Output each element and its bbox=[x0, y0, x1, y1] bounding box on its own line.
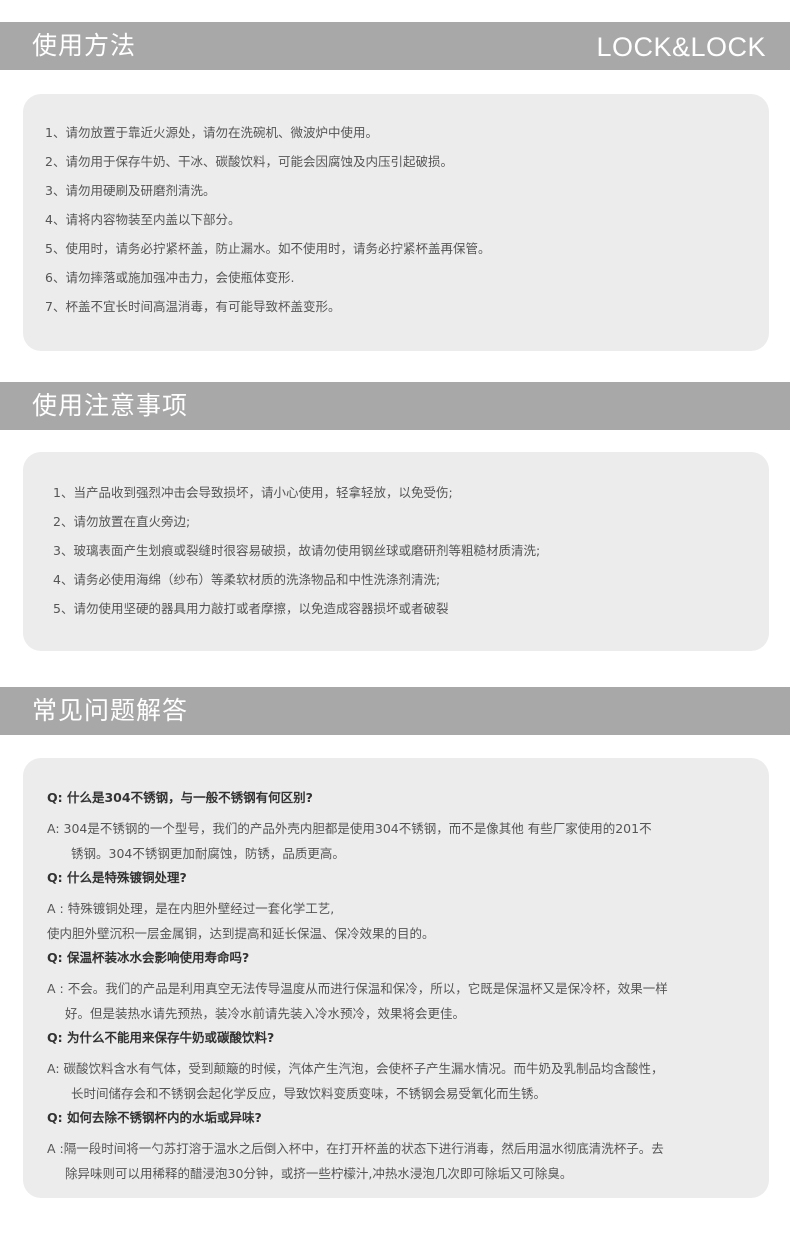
faq-answer-3: A : 不会。我们的产品是利用真空无法传导温度从而进行保温和保冷，所以，它既是保… bbox=[47, 976, 749, 1026]
usage-item-1: 1、请勿放置于靠近火源处，请勿在洗碗机、微波炉中使用。 bbox=[45, 125, 378, 140]
faq-item-1: Q: 什么是304不锈钢，与一般不锈钢有何区别? A: 304是不锈钢的一个型号… bbox=[47, 788, 749, 866]
faq-item-3: Q: 保温杯装冰水会影响使用寿命吗? A : 不会。我们的产品是利用真空无法传导… bbox=[47, 948, 749, 1026]
notes-header-bar: 使用注意事项 bbox=[0, 382, 790, 430]
faq-item-4: Q: 为什么不能用来保存牛奶或碳酸饮料? A: 碳酸饮料含水有气体，受到颠簸的时… bbox=[47, 1028, 749, 1106]
faq-title: 常见问题解答 bbox=[32, 696, 189, 725]
usage-card: 1、请勿放置于靠近火源处，请勿在洗碗机、微波炉中使用。 2、请勿用于保存牛奶、干… bbox=[23, 94, 769, 351]
faq-answer-4-line-1: A: 碳酸饮料含水有气体，受到颠簸的时候，汽体产生汽泡，会使杯子产生漏水情况。而… bbox=[47, 1061, 664, 1076]
notes-card: 1、当产品收到强烈冲击会导致损坏，请小心使用，轻拿轻放，以免受伤; 2、请勿放置… bbox=[23, 452, 769, 651]
faq-answer-1: A: 304是不锈钢的一个型号，我们的产品外壳内胆都是使用304不锈钢，而不是像… bbox=[47, 816, 749, 866]
usage-item-7: 7、杯盖不宜长时间高温消毒，有可能导致杯盖变形。 bbox=[45, 299, 341, 314]
usage-list: 1、请勿放置于靠近火源处，请勿在洗碗机、微波炉中使用。 2、请勿用于保存牛奶、干… bbox=[23, 94, 769, 327]
faq-question-3: Q: 保温杯装冰水会影响使用寿命吗? bbox=[47, 950, 250, 965]
usage-item-4: 4、请将内容物装至内盖以下部分。 bbox=[45, 212, 241, 227]
usage-header-bar: 使用方法 LOCK&LOCK bbox=[0, 22, 790, 70]
notes-item-4: 4、请务必使用海绵（纱布）等柔软材质的洗涤物品和中性洗涤剂清洗; bbox=[53, 572, 441, 587]
notes-item-3: 3、玻璃表面产生划痕或裂缝时很容易破损，故请勿使用钢丝球或磨研剂等粗糙材质清洗; bbox=[53, 543, 541, 558]
faq-question-4: Q: 为什么不能用来保存牛奶或碳酸饮料? bbox=[47, 1030, 275, 1045]
faq-answer-5: A :隔一段时间将一勺苏打溶于温水之后倒入杯中，在打开杯盖的状态下进行消毒，然后… bbox=[47, 1136, 749, 1186]
faq-answer-3-line-1: A : 不会。我们的产品是利用真空无法传导温度从而进行保温和保冷，所以，它既是保… bbox=[47, 981, 668, 996]
faq-item-5: Q: 如何去除不锈钢杯内的水垢或异味? A :隔一段时间将一勺苏打溶于温水之后倒… bbox=[47, 1108, 749, 1186]
faq-item-2: Q: 什么是特殊镀铜处理? A : 特殊镀铜处理，是在内胆外壁经过一套化学工艺,… bbox=[47, 868, 749, 946]
faq-question-5: Q: 如何去除不锈钢杯内的水垢或异味? bbox=[47, 1110, 262, 1125]
faq-answer-2-line-2: 使内胆外壁沉积一层金属铜，达到提高和延长保温、保冷效果的目的。 bbox=[47, 926, 435, 941]
notes-item-5: 5、请勿使用坚硬的器具用力敲打或者摩擦，以免造成容器损坏或者破裂 bbox=[53, 601, 449, 616]
faq-list: Q: 什么是304不锈钢，与一般不锈钢有何区别? A: 304是不锈钢的一个型号… bbox=[47, 788, 749, 1186]
notes-item-2: 2、请勿放置在直火旁边; bbox=[53, 514, 191, 529]
notes-item-1: 1、当产品收到强烈冲击会导致损坏，请小心使用，轻拿轻放，以免受伤; bbox=[53, 485, 453, 500]
usage-item-2: 2、请勿用于保存牛奶、干冰、碳酸饮料，可能会因腐蚀及内压引起破损。 bbox=[45, 154, 453, 169]
notes-title: 使用注意事项 bbox=[32, 391, 189, 420]
faq-answer-1-line-1: A: 304是不锈钢的一个型号，我们的产品外壳内胆都是使用304不锈钢，而不是像… bbox=[47, 821, 652, 836]
faq-question-1: Q: 什么是304不锈钢，与一般不锈钢有何区别? bbox=[47, 790, 313, 805]
faq-answer-2: A : 特殊镀铜处理，是在内胆外壁经过一套化学工艺, 使内胆外壁沉积一层金属铜，… bbox=[47, 896, 749, 946]
faq-answer-4: A: 碳酸饮料含水有气体，受到颠簸的时候，汽体产生汽泡，会使杯子产生漏水情况。而… bbox=[47, 1056, 749, 1106]
faq-card: Q: 什么是304不锈钢，与一般不锈钢有何区别? A: 304是不锈钢的一个型号… bbox=[23, 758, 769, 1198]
faq-answer-4-line-2: 长时间储存会和不锈钢会起化学反应，导致饮料变质变味，不锈钢会易受氧化而生锈。 bbox=[71, 1086, 547, 1101]
brand-logo-text: LOCK&LOCK bbox=[596, 32, 766, 62]
usage-item-3: 3、请勿用硬刷及研磨剂清洗。 bbox=[45, 183, 216, 198]
faq-question-2: Q: 什么是特殊镀铜处理? bbox=[47, 870, 187, 885]
notes-list: 1、当产品收到强烈冲击会导致损坏，请小心使用，轻拿轻放，以免受伤; 2、请勿放置… bbox=[23, 452, 769, 629]
usage-item-5: 5、使用时，请务必拧紧杯盖，防止漏水。如不使用时，请务必拧紧杯盖再保管。 bbox=[45, 241, 491, 256]
faq-answer-1-line-2: 锈钢。304不锈钢更加耐腐蚀，防锈，品质更高。 bbox=[71, 846, 345, 861]
faq-answer-5-line-2: 除异味则可以用稀释的醋浸泡30分钟，或挤一些柠檬汁,冲热水浸泡几次即可除垢又可除… bbox=[65, 1166, 573, 1181]
usage-title: 使用方法 bbox=[32, 31, 137, 60]
faq-answer-2-line-1: A : 特殊镀铜处理，是在内胆外壁经过一套化学工艺, bbox=[47, 901, 335, 916]
faq-header-bar: 常见问题解答 bbox=[0, 687, 790, 735]
faq-answer-3-line-2: 好。但是装热水请先预热，装冷水前请先装入冷水预冷，效果将会更佳。 bbox=[65, 1006, 466, 1021]
faq-answer-5-line-1: A :隔一段时间将一勺苏打溶于温水之后倒入杯中，在打开杯盖的状态下进行消毒，然后… bbox=[47, 1141, 664, 1156]
usage-item-6: 6、请勿摔落或施加强冲击力，会使瓶体变形. bbox=[45, 270, 295, 285]
